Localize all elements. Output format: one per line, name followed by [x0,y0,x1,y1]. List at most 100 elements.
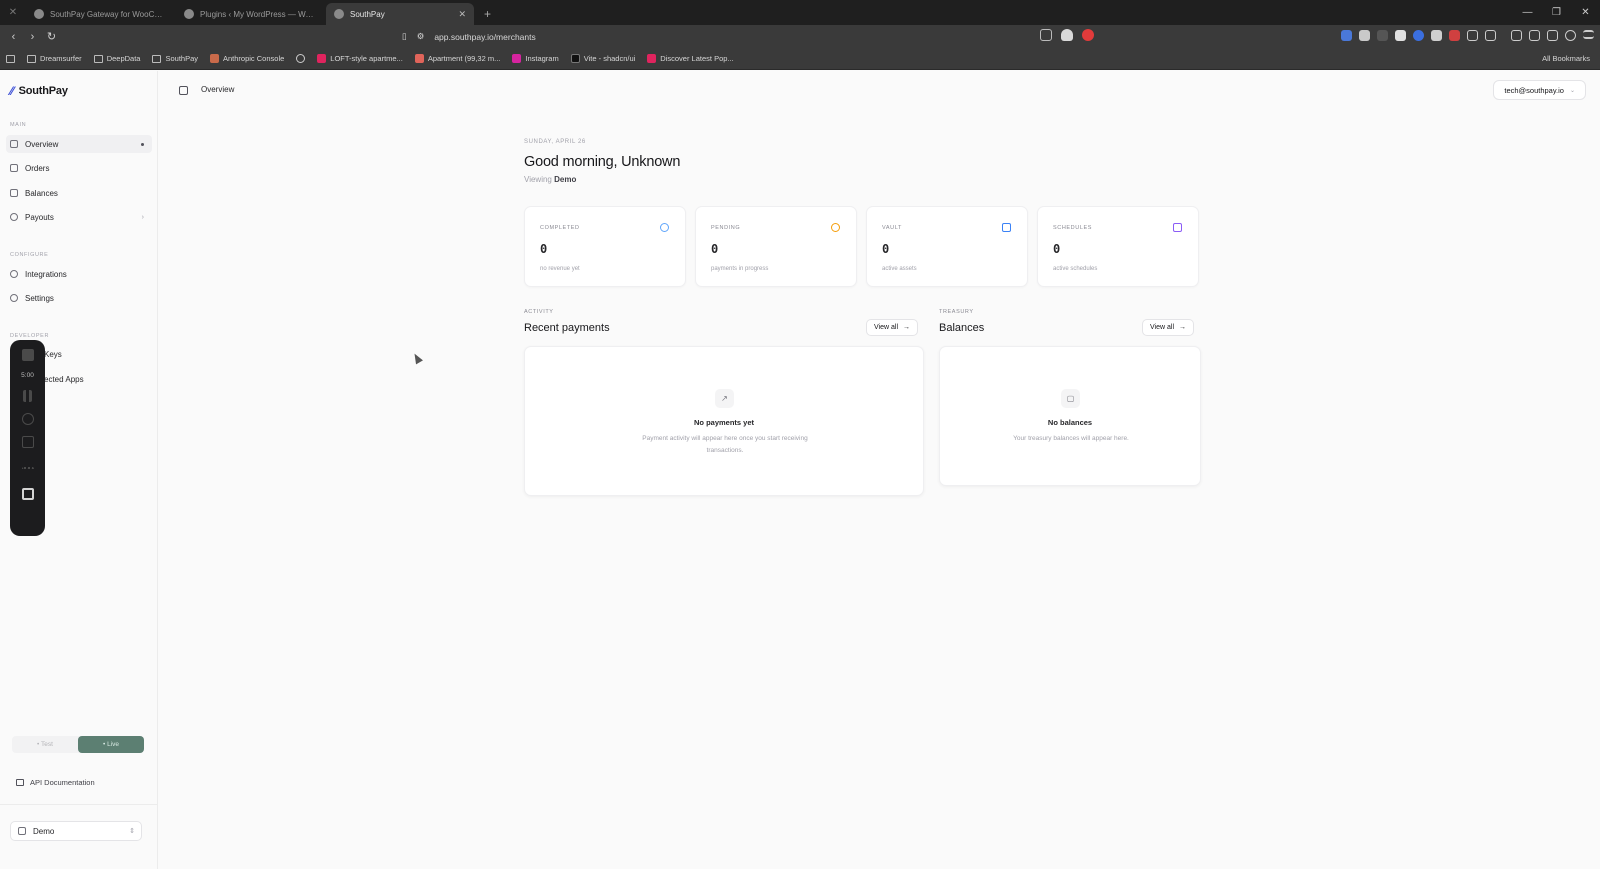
instagram-icon [512,54,522,63]
address-bar[interactable]: ▯ ⚙ app.southpay.io/merchants [402,27,1092,46]
browser-menu-icon[interactable]: ✕ [0,0,26,25]
all-bookmarks[interactable]: All Bookmarks [1538,54,1590,63]
site-info-icon[interactable]: ⚙ [417,31,425,42]
bookmark-item[interactable]: LOFT-style apartme... [317,54,403,63]
sidebar-item-orders[interactable]: Orders [6,159,152,177]
sidebar-item-settings[interactable]: Settings [6,289,152,307]
activity-eyebrow: ACTIVITY [524,309,554,315]
back-icon[interactable]: ‹ [4,31,23,43]
extension-icon[interactable] [1485,30,1496,41]
chevron-down-icon: ⌄ [1569,87,1575,94]
sidebar-item-label: Keys [44,349,62,359]
view-all-payments-button[interactable]: View all → [866,319,918,336]
extension-icon[interactable] [1341,30,1352,41]
env-live-option[interactable]: • Live [78,736,144,753]
recent-payments-panel: ↗ No payments yet Payment activity will … [524,346,924,496]
extension-icon[interactable] [1449,30,1460,41]
pause-icon[interactable] [23,390,32,402]
puzzle-icon[interactable] [1467,30,1478,41]
sidebar-item-overview[interactable]: Overview [6,135,152,153]
stat-card-pending[interactable]: PENDING 0 payments in progress [695,206,857,287]
environment-toggle[interactable]: • Test • Live [12,736,144,753]
forward-icon[interactable]: › [23,31,42,43]
extension-icon[interactable] [1359,30,1370,41]
stat-card-completed[interactable]: COMPLETED 0 no revenue yet [524,206,686,287]
browser-tab[interactable]: SouthPay Gateway for WooCommer... [26,3,174,25]
minimize-button[interactable]: — [1513,0,1542,25]
new-tab-button[interactable]: + [476,7,499,25]
wallet-icon [10,189,18,197]
browser-tab[interactable]: Plugins ‹ My WordPress — WordPress [176,3,324,25]
site-icon [647,54,657,63]
tab-close-icon[interactable]: ✕ [458,9,466,20]
profile-icon[interactable] [1565,30,1576,41]
stat-card-vault[interactable]: VAULT 0 active assets [866,206,1028,287]
stat-card-schedules[interactable]: SCHEDULES 0 active schedules [1037,206,1199,287]
extension-icon[interactable] [1413,30,1424,41]
sidebar-item-payouts[interactable]: Payouts › [6,208,152,226]
section-label-developer: DEVELOPER [10,333,50,339]
bookmark-item[interactable]: SouthPay [152,54,198,63]
empty-state-title: No balances [1047,418,1093,427]
viewing-context: Viewing Demo [524,175,577,184]
book-icon [16,779,24,786]
stat-value: 0 [1053,242,1061,256]
camera-icon[interactable] [21,488,34,500]
stop-icon[interactable] [21,349,34,361]
bookmark-star-icon[interactable]: ▯ [402,31,407,42]
browser-tab-active[interactable]: SouthPay ✕ [326,3,474,25]
sidebar-toggle-icon[interactable] [179,86,188,95]
sidebar-item-integrations[interactable]: Integrations [6,265,152,283]
tab-label: SouthPay Gateway for WooCommer... [50,9,166,19]
bookmark-item[interactable]: Dreamsurfer [27,54,82,63]
sidepanel-icon[interactable] [1511,30,1522,41]
stat-subtext: no revenue yet [540,266,580,272]
organization-select[interactable]: Demo ⇕ [10,821,142,841]
bookmark-item[interactable]: Discover Latest Pop... [647,54,734,63]
share-icon[interactable] [1040,29,1052,41]
api-documentation-link[interactable]: API Documentation [16,778,95,787]
restore-button[interactable]: ❐ [1542,0,1571,25]
bookmark-item[interactable]: DeepData [93,54,140,63]
bookmark-item[interactable]: Vite - shadcn/ui [570,54,635,63]
user-menu-button[interactable]: tech@southpay.io ⌄ [1493,80,1586,100]
grid-icon [10,140,18,148]
reload-icon[interactable]: ↻ [42,30,61,43]
mouse-cursor-icon [411,351,423,365]
more-icon[interactable] [21,467,34,471]
shield-icon[interactable] [1061,29,1073,41]
restart-icon[interactable] [21,413,34,425]
browser-tab-bar: ✕ SouthPay Gateway for WooCommer... Plug… [0,0,1600,25]
extension-icon[interactable] [1431,30,1442,41]
brand[interactable]: ⁄⁄ SouthPay [10,84,68,98]
extension-icon[interactable] [1377,30,1388,41]
view-all-balances-button[interactable]: View all → [1142,319,1194,336]
sidebar-item-label: Payouts [25,212,54,222]
sidebar-item-label: Overview [25,139,59,149]
menu-icon[interactable] [1583,30,1594,39]
bookmark-item[interactable]: Anthropic Console [210,54,284,63]
empty-state-title: No payments yet [693,418,755,427]
sidebar-item-balances[interactable]: Balances [6,184,152,202]
check-circle-icon [660,223,669,232]
sidebar-item-label: ected Apps [44,374,84,384]
bookmark-item[interactable] [296,54,306,63]
bookmarks-bar: Dreamsurfer DeepData SouthPay Anthropic … [0,48,1600,70]
gear-icon [10,294,18,302]
arrow-right-icon: → [1179,324,1186,331]
apps-icon[interactable] [6,54,15,63]
bookmark-item[interactable]: Apartment (99,32 m... [414,54,500,63]
site-icon [317,54,327,63]
stat-value: 0 [540,242,548,256]
extension-icon[interactable] [1395,30,1406,41]
extension-icon[interactable] [1529,30,1540,41]
close-window-button[interactable]: ✕ [1571,0,1600,25]
trash-icon[interactable] [21,436,34,448]
southpay-logo-icon: ⁄⁄ [10,84,14,98]
env-test-option[interactable]: • Test [12,736,78,753]
extension-icon[interactable] [1547,30,1558,41]
notification-icon[interactable] [1082,29,1094,41]
browser-toolbar: ‹ › ↻ ▯ ⚙ app.southpay.io/merchants [0,25,1600,48]
plug-icon [10,270,18,278]
bookmark-item[interactable]: Instagram [512,54,559,63]
